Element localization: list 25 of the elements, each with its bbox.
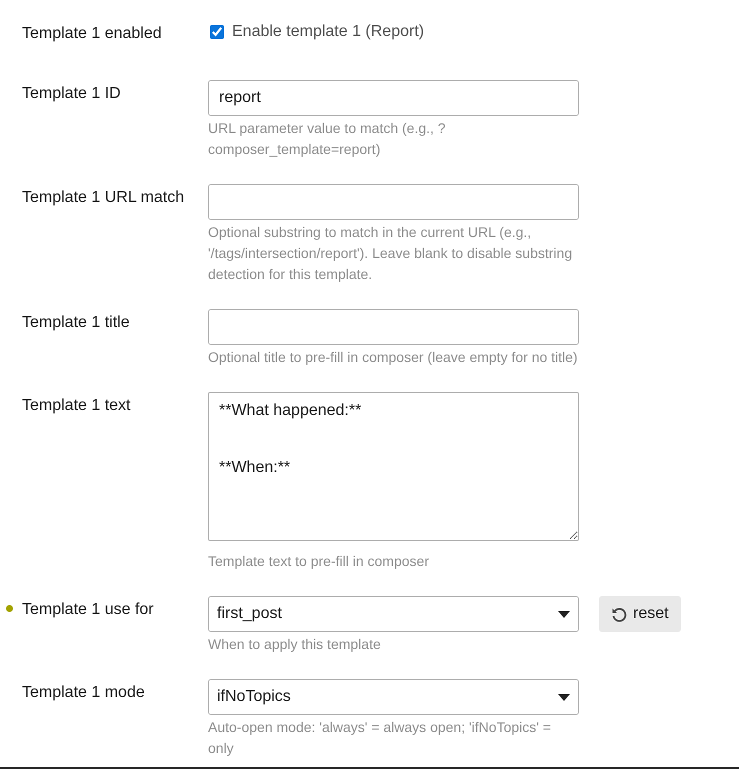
setting-label: Template 1 mode <box>22 683 146 703</box>
help-text: Optional substring to match in the current URL (e.g., '/tags/intersection/report'). Leave blank to disable substring detection for this template. <box>208 223 574 284</box>
undo-icon <box>611 606 627 622</box>
setting-label: Template 1 title <box>22 313 131 333</box>
checkbox[interactable] <box>210 25 224 39</box>
text-field[interactable]: report <box>208 80 579 116</box>
text-field[interactable] <box>208 309 579 345</box>
setting-label: Template 1 use for <box>22 600 155 620</box>
help-text: When to apply this template <box>208 635 382 654</box>
dropdown[interactable]: first_post <box>208 596 579 632</box>
setting-label: Template 1 text <box>22 396 132 416</box>
checkbox-label: Enable template 1 (Report) <box>232 22 424 42</box>
reset-button[interactable]: reset <box>599 596 681 632</box>
dropdown[interactable]: ifNoTopics <box>208 679 579 715</box>
help-text: Auto-open mode: 'always' = always open; 'ifNoTopics' = only <box>208 718 552 758</box>
caret-icon <box>558 610 570 618</box>
setting-label: Template 1 ID <box>22 84 122 104</box>
help-text: URL parameter value to match (e.g., ?composer_template=report) <box>208 119 447 159</box>
text-field[interactable] <box>208 184 579 220</box>
help-text: Optional title to pre-fill in composer (leave empty for no title) <box>208 348 579 367</box>
help-text: Template text to pre-fill in composer <box>208 552 430 571</box>
setting-label: Template 1 enabled <box>22 24 163 44</box>
setting-label: Template 1 URL match <box>22 188 186 208</box>
text-area[interactable]: **What happened:** **When:** <box>208 392 579 541</box>
caret-icon <box>558 694 570 700</box>
